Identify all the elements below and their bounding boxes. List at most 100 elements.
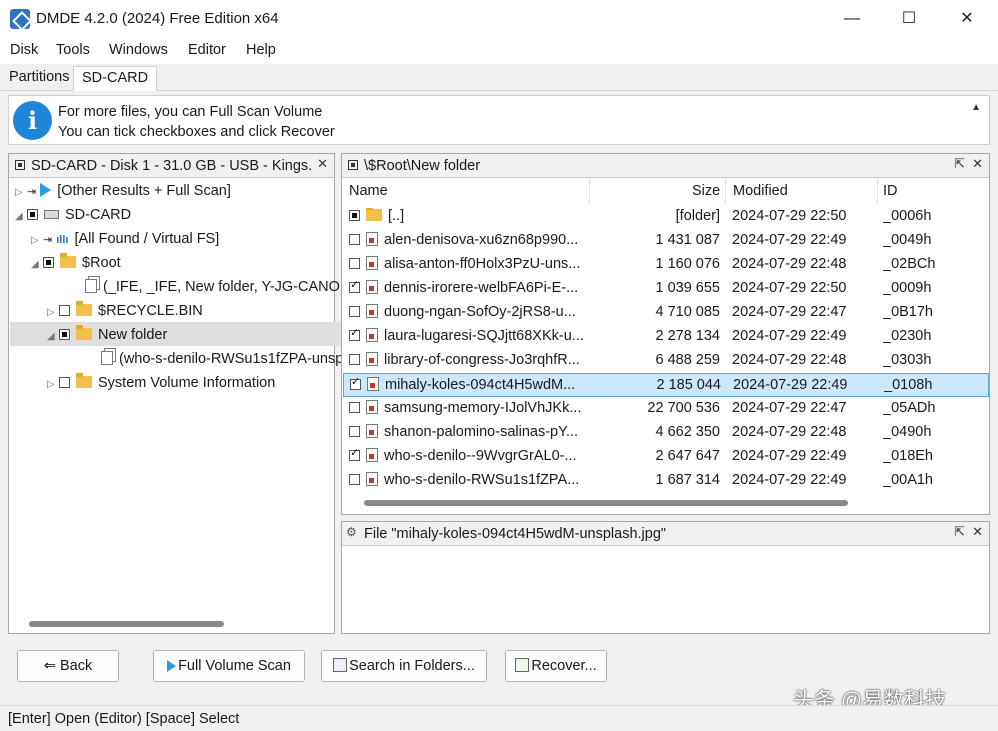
recover-button[interactable]: Recover... [505, 650, 607, 682]
file-list-horizontal-scrollbar[interactable] [364, 500, 848, 506]
recover-icon [515, 658, 530, 672]
info-line-1: For more files, you can Full Scan Volume [58, 104, 323, 120]
column-header-modified[interactable]: Modified [733, 183, 788, 199]
full-volume-scan-button[interactable]: Full Volume Scan [153, 650, 305, 682]
tab-partitions[interactable]: Partitions [1, 66, 77, 91]
file-checkbox[interactable] [349, 474, 360, 485]
menu-bar: Disk Tools Windows Editor Help [0, 38, 998, 64]
file-checkbox[interactable] [349, 328, 360, 341]
file-id: _02BCh [883, 256, 936, 272]
tree-item-root[interactable]: ◢ $Root [31, 251, 121, 275]
file-row[interactable]: who-s-denilo-RWSu1s1fZPA... 1 687 314 2024… [343, 469, 989, 493]
tree-checkbox[interactable] [59, 305, 70, 316]
collapse-icon[interactable]: ▲ [971, 102, 981, 113]
file-checkbox[interactable] [349, 234, 360, 245]
panel-menu-icon[interactable] [348, 160, 358, 170]
column-separator[interactable] [589, 178, 590, 204]
drive-icon [44, 210, 59, 219]
folder-icon [76, 301, 92, 316]
maximize-button[interactable]: ☐ [880, 0, 938, 38]
preview-panel: ⚙ File "mihaly-koles-094ct4H5wdM-unsplas… [341, 521, 990, 634]
file-checkbox[interactable] [349, 280, 360, 293]
preview-panel-close-icon[interactable]: ✕ [972, 524, 983, 540]
file-checkbox[interactable] [349, 426, 360, 437]
file-row[interactable]: library-of-congress-Jo3rqhfR... 6 488 259… [343, 349, 989, 373]
menu-tools[interactable]: Tools [56, 42, 90, 58]
file-name-cell: who-s-denilo--9WvgrGrAL0-... [349, 448, 587, 464]
info-icon: i [13, 101, 52, 140]
tree-checkbox[interactable] [59, 329, 70, 340]
collapse-tree-icon[interactable]: ◢ [15, 205, 27, 229]
tree-checkbox[interactable] [27, 209, 38, 220]
expand-icon[interactable]: ▷ [15, 181, 27, 205]
search-in-folders-button[interactable]: Search in Folders... [321, 650, 487, 682]
file-id: _00A1h [883, 472, 933, 488]
back-button[interactable]: ⇐ Back [17, 650, 119, 682]
file-row[interactable]: who-s-denilo--9WvgrGrAL0-... 2 647 647 202… [343, 445, 989, 469]
file-checkbox[interactable] [349, 306, 360, 317]
column-header-name[interactable]: Name [349, 183, 388, 199]
menu-help[interactable]: Help [246, 42, 276, 58]
preview-gear-icon[interactable]: ⚙ [346, 525, 357, 539]
tree-panel-title: SD-CARD - Disk 1 - 31.0 GB - USB - Kings… [31, 158, 311, 174]
tree-item-root-files[interactable]: (_IFE, _IFE, New folder, Y-JG-CANON [85, 275, 350, 299]
column-header-size[interactable]: Size [692, 183, 720, 199]
expand-icon[interactable]: ▷ [47, 301, 59, 325]
file-checkbox[interactable] [349, 448, 360, 461]
tree-checkbox[interactable] [59, 377, 70, 388]
file-row[interactable]: alisa-anton-ff0Holx3PzU-uns... 1 160 076 2… [343, 253, 989, 277]
popout-icon[interactable]: ⇱ [954, 156, 965, 172]
file-row[interactable]: mihaly-koles-094ct4H5wdM... 2 185 044 2024… [343, 373, 989, 397]
tree-item-new-folder[interactable]: ◢ New folder [47, 323, 167, 347]
tab-sd-card[interactable]: SD-CARD [73, 66, 158, 91]
file-row[interactable]: shanon-palomino-salinas-pY... 4 662 350 20… [343, 421, 989, 445]
popout-icon[interactable]: ⇱ [954, 524, 965, 540]
tree-panel-close-icon[interactable]: ✕ [317, 156, 328, 172]
tree-item-system-volume[interactable]: ▷ System Volume Information [47, 371, 275, 395]
file-checkbox[interactable] [350, 377, 361, 390]
file-checkbox[interactable] [349, 258, 360, 269]
file-row[interactable]: dennis-irorere-welbFA6Pi-E-... 1 039 655 2… [343, 277, 989, 301]
tree-checkbox[interactable] [43, 257, 54, 268]
menu-disk[interactable]: Disk [10, 42, 38, 58]
file-checkbox[interactable] [349, 402, 360, 413]
minimize-button[interactable]: — [823, 0, 881, 38]
file-modified: 2024-07-29 22:49 [732, 328, 847, 344]
file-row[interactable]: samsung-memory-IJolVhJKk... 22 700 536 202… [343, 397, 989, 421]
image-file-icon [366, 424, 378, 438]
column-header-id[interactable]: ID [883, 183, 898, 199]
arrow-icon: ⇥ [27, 186, 37, 198]
file-checkbox[interactable] [349, 210, 360, 221]
file-panel-close-icon[interactable]: ✕ [972, 156, 983, 172]
file-checkbox[interactable] [349, 354, 360, 365]
panel-menu-icon[interactable] [15, 160, 25, 170]
close-button[interactable]: ✕ [938, 0, 996, 38]
collapse-tree-icon[interactable]: ◢ [47, 325, 59, 349]
file-row[interactable]: [..] [folder] 2024-07-29 22:50 _0006h [343, 205, 989, 229]
column-separator[interactable] [877, 178, 878, 204]
tree-item-new-folder-files[interactable]: (who-s-denilo-RWSu1s1fZPA-unsp [101, 347, 343, 371]
expand-icon[interactable]: ▷ [31, 229, 43, 253]
file-modified: 2024-07-29 22:47 [732, 304, 847, 320]
file-row[interactable]: duong-ngan-SofOy-2jRS8-u... 4 710 085 2024… [343, 301, 989, 325]
window-title: DMDE 4.2.0 (2024) Free Edition x64 [36, 10, 279, 27]
file-list-panel: \$Root\New folder ⇱ ✕ Name Size Modified… [341, 153, 990, 515]
menu-editor[interactable]: Editor [188, 42, 226, 58]
collapse-tree-icon[interactable]: ◢ [31, 253, 43, 277]
tree-item-all-found[interactable]: ▷ ⇥ ıllı [All Found / Virtual FS] [31, 227, 219, 251]
menu-windows[interactable]: Windows [109, 42, 168, 58]
file-row[interactable]: alen-denisova-xu6zn68p990... 1 431 087 202… [343, 229, 989, 253]
file-modified: 2024-07-29 22:49 [732, 448, 847, 464]
file-modified: 2024-07-29 22:49 [733, 377, 848, 393]
expand-icon[interactable]: ▷ [47, 373, 59, 397]
image-file-icon [366, 448, 378, 462]
file-modified: 2024-07-29 22:47 [732, 400, 847, 416]
tree-item-other-results[interactable]: ▷ ⇥ [Other Results + Full Scan] [15, 179, 231, 203]
dmde-app-icon [10, 9, 30, 29]
file-name-cell: who-s-denilo-RWSu1s1fZPA... [349, 472, 587, 488]
tree-item-recycle-bin[interactable]: ▷ $RECYCLE.BIN [47, 299, 203, 323]
tree-horizontal-scrollbar[interactable] [29, 621, 224, 627]
file-row[interactable]: laura-lugaresi-SQJjtt68XKk-u... 2 278 134… [343, 325, 989, 349]
column-separator[interactable] [725, 178, 726, 204]
tree-item-sd-card[interactable]: ◢ SD-CARD [15, 203, 131, 227]
